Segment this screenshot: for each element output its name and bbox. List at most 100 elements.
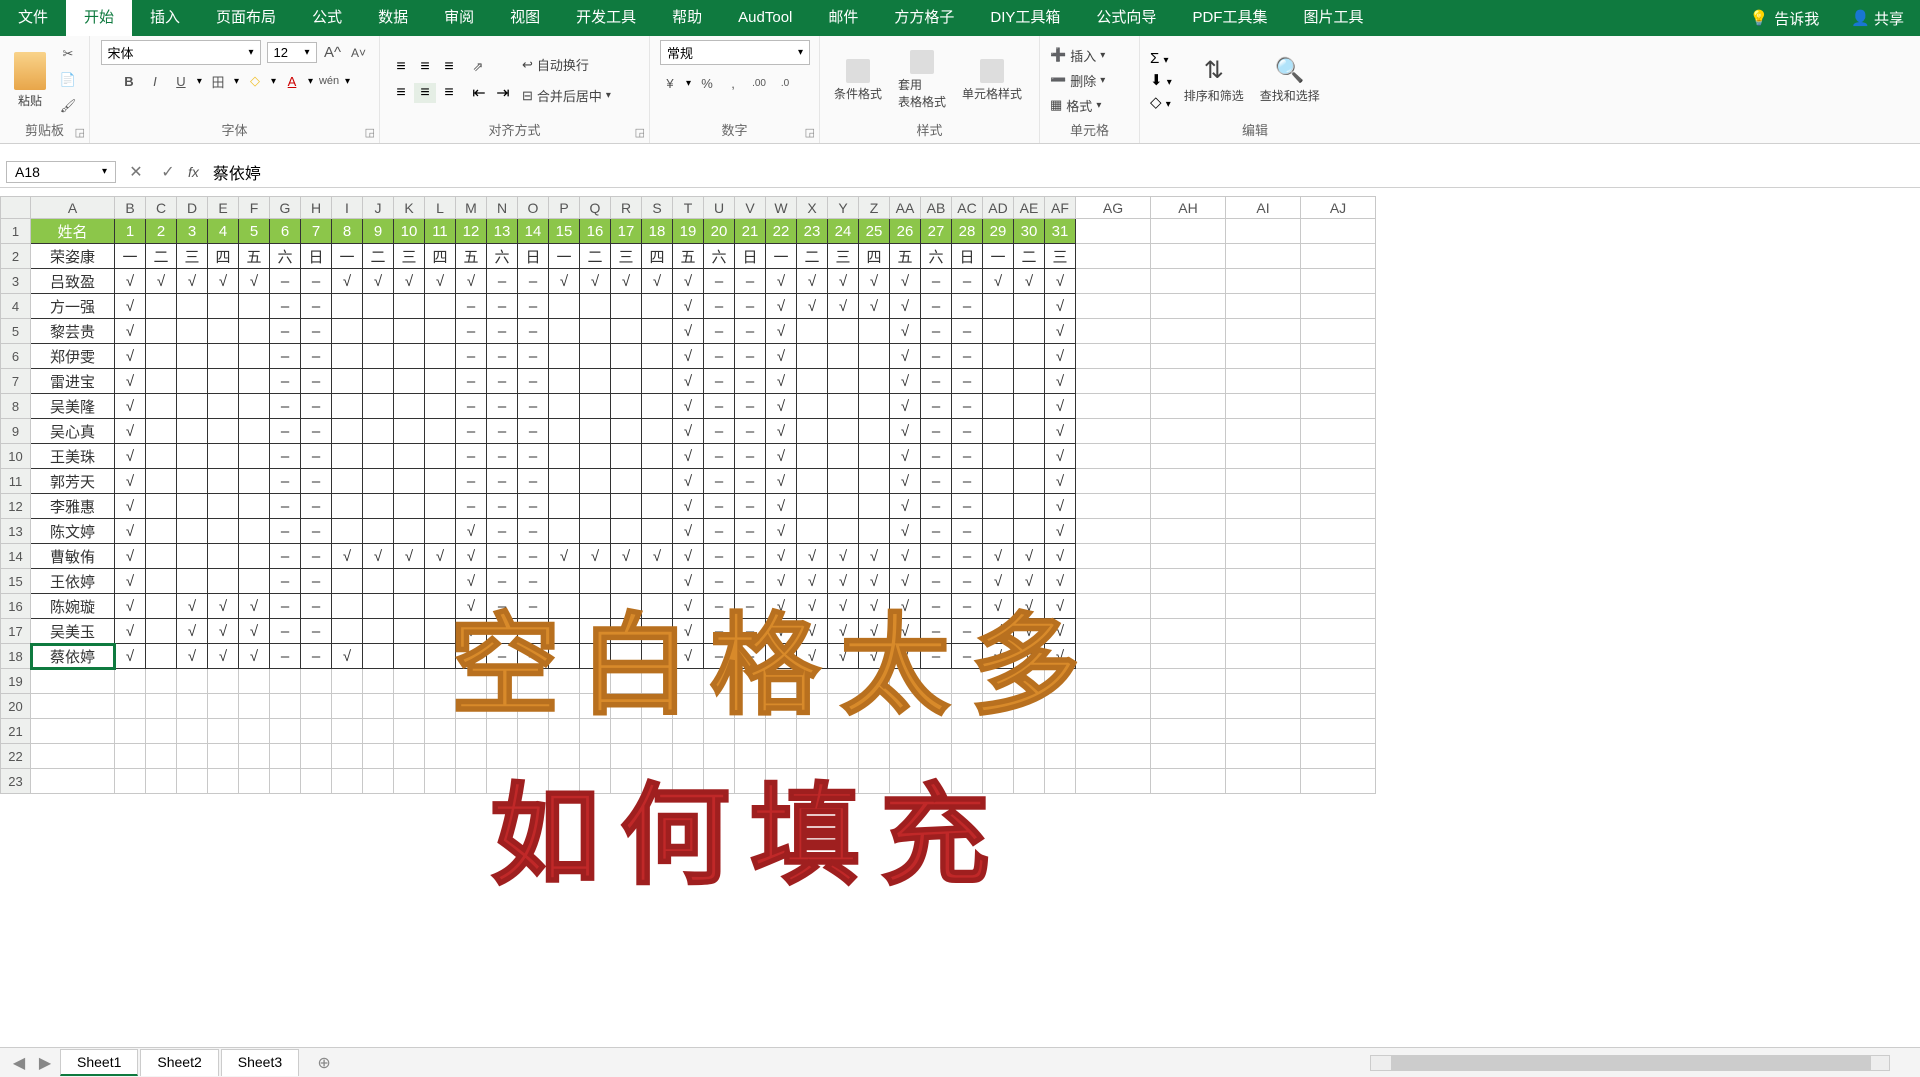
empty-cell[interactable]: [1151, 669, 1226, 694]
data-cell[interactable]: √: [673, 469, 704, 494]
data-cell[interactable]: √: [332, 544, 363, 569]
header-cell[interactable]: 20: [704, 219, 735, 244]
data-cell[interactable]: [859, 344, 890, 369]
data-cell[interactable]: –: [518, 444, 549, 469]
align-middle-icon[interactable]: ≡: [414, 57, 436, 77]
header-cell[interactable]: 4: [208, 219, 239, 244]
data-cell[interactable]: –: [270, 644, 301, 669]
row-header[interactable]: 23: [1, 769, 31, 794]
data-cell[interactable]: √: [642, 544, 673, 569]
name-cell[interactable]: 蔡依婷: [31, 644, 115, 669]
delete-cells-button[interactable]: ➖ 删除 ▾: [1050, 69, 1105, 92]
data-cell[interactable]: –: [270, 469, 301, 494]
row-header[interactable]: 10: [1, 444, 31, 469]
empty-cell[interactable]: [363, 669, 394, 694]
data-cell[interactable]: [208, 544, 239, 569]
data-cell[interactable]: √: [1045, 344, 1076, 369]
table-format-button[interactable]: 套用 表格格式: [894, 48, 950, 112]
empty-cell[interactable]: [146, 694, 177, 719]
data-cell[interactable]: √: [177, 619, 208, 644]
header-cell[interactable]: 5: [239, 219, 270, 244]
data-cell[interactable]: –: [952, 269, 983, 294]
data-cell[interactable]: –: [301, 444, 332, 469]
data-cell[interactable]: √: [115, 519, 146, 544]
empty-cell[interactable]: [1045, 769, 1076, 794]
data-cell[interactable]: [394, 494, 425, 519]
empty-cell[interactable]: [270, 694, 301, 719]
empty-cell[interactable]: [332, 694, 363, 719]
data-cell[interactable]: √: [766, 394, 797, 419]
data-cell[interactable]: √: [766, 519, 797, 544]
decrease-decimal-icon[interactable]: .0: [775, 73, 795, 93]
data-cell[interactable]: –: [704, 544, 735, 569]
data-cell[interactable]: √: [673, 294, 704, 319]
data-cell[interactable]: –: [921, 294, 952, 319]
data-cell[interactable]: [208, 344, 239, 369]
font-color-icon[interactable]: A: [282, 71, 302, 91]
empty-cell[interactable]: [208, 744, 239, 769]
data-cell[interactable]: –: [487, 344, 518, 369]
data-cell[interactable]: –: [704, 394, 735, 419]
empty-cell[interactable]: [146, 769, 177, 794]
empty-cell[interactable]: [394, 769, 425, 794]
data-cell[interactable]: √: [1014, 269, 1045, 294]
name-cell[interactable]: 郑伊雯: [31, 344, 115, 369]
empty-cell[interactable]: [363, 744, 394, 769]
data-cell[interactable]: [363, 344, 394, 369]
data-cell[interactable]: –: [270, 344, 301, 369]
data-cell[interactable]: –: [487, 294, 518, 319]
cancel-icon[interactable]: ✕: [124, 160, 148, 184]
name-cell[interactable]: 吕致盈: [31, 269, 115, 294]
menu-tab[interactable]: 文件: [0, 0, 66, 36]
dialog-launcher-icon[interactable]: ◲: [635, 126, 645, 139]
column-header[interactable]: E: [208, 197, 239, 219]
data-cell[interactable]: –: [270, 594, 301, 619]
sheet-tab[interactable]: Sheet2: [140, 1049, 218, 1076]
increase-indent-icon[interactable]: ⇥: [492, 83, 514, 103]
empty-cell[interactable]: [177, 694, 208, 719]
name-box[interactable]: A18▾: [6, 161, 116, 183]
data-cell[interactable]: [1014, 294, 1045, 319]
data-cell[interactable]: √: [580, 544, 611, 569]
data-cell[interactable]: √: [673, 494, 704, 519]
column-header[interactable]: B: [115, 197, 146, 219]
data-cell[interactable]: 六: [270, 244, 301, 269]
empty-cell[interactable]: [363, 769, 394, 794]
data-cell[interactable]: –: [704, 494, 735, 519]
column-header[interactable]: X: [797, 197, 828, 219]
data-cell[interactable]: √: [766, 294, 797, 319]
data-cell[interactable]: [332, 319, 363, 344]
data-cell[interactable]: √: [859, 544, 890, 569]
data-cell[interactable]: [797, 344, 828, 369]
data-cell[interactable]: [208, 494, 239, 519]
data-cell[interactable]: 二: [1014, 244, 1045, 269]
dialog-launcher-icon[interactable]: ◲: [75, 126, 85, 139]
data-cell[interactable]: √: [766, 319, 797, 344]
align-top-icon[interactable]: ≡: [390, 57, 412, 77]
column-header[interactable]: W: [766, 197, 797, 219]
data-cell[interactable]: [580, 419, 611, 444]
data-cell[interactable]: √: [115, 619, 146, 644]
data-cell[interactable]: –: [921, 394, 952, 419]
column-header[interactable]: AG: [1076, 197, 1151, 219]
data-cell[interactable]: [146, 544, 177, 569]
data-cell[interactable]: [146, 319, 177, 344]
data-cell[interactable]: [146, 644, 177, 669]
data-cell[interactable]: [239, 369, 270, 394]
data-cell[interactable]: √: [115, 444, 146, 469]
data-cell[interactable]: –: [704, 369, 735, 394]
data-cell[interactable]: [208, 444, 239, 469]
bold-button[interactable]: B: [119, 71, 139, 91]
format-painter-icon[interactable]: 🖌: [58, 96, 78, 116]
align-right-icon[interactable]: ≡: [438, 83, 460, 103]
empty-cell[interactable]: [115, 694, 146, 719]
empty-cell[interactable]: [1226, 719, 1301, 744]
data-cell[interactable]: [239, 394, 270, 419]
data-cell[interactable]: [332, 519, 363, 544]
data-cell[interactable]: [1014, 419, 1045, 444]
header-cell[interactable]: 31: [1045, 219, 1076, 244]
data-cell[interactable]: [363, 319, 394, 344]
data-cell[interactable]: –: [704, 294, 735, 319]
column-header[interactable]: I: [332, 197, 363, 219]
data-cell[interactable]: √: [208, 644, 239, 669]
